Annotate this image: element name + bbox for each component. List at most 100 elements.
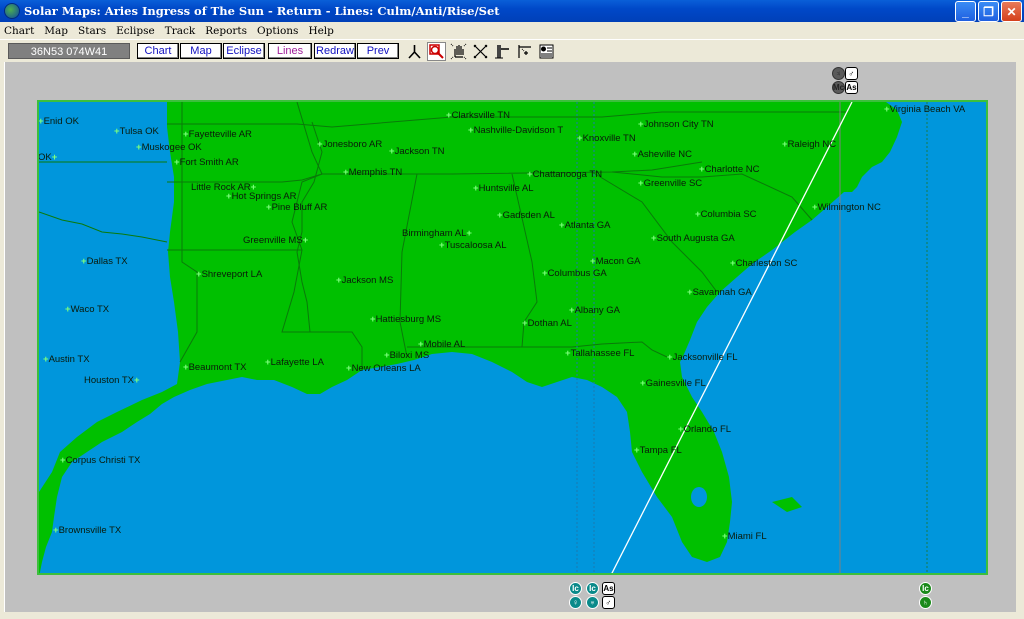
city-label[interactable]: +Pine Bluff AR	[266, 202, 327, 213]
city-label[interactable]: +Gainesville FL	[640, 378, 706, 389]
prev-button[interactable]: Prev	[357, 43, 399, 59]
map-canvas[interactable]: +Enid OK +Tulsa OK +Muskogee OK OK+ +Fayette…	[37, 100, 988, 575]
city-label[interactable]: +Albany GA	[569, 305, 620, 316]
ascendant-marker-bottom[interactable]: As	[602, 582, 615, 595]
city-label[interactable]: +Asheville NC	[632, 149, 692, 160]
city-label[interactable]: +Columbia SC	[695, 209, 757, 220]
city-label[interactable]: +Columbus GA	[542, 268, 607, 279]
city-label[interactable]: +Tallahassee FL	[565, 348, 634, 359]
city-label[interactable]: +Johnson City TN	[638, 119, 714, 130]
city-name: Shreveport LA	[201, 269, 263, 280]
mars-marker[interactable]: ♂	[845, 67, 858, 80]
city-label[interactable]: +Clarksville TN	[446, 110, 510, 121]
city-label[interactable]: +Knoxville TN	[577, 133, 636, 144]
city-label[interactable]: +South Augusta GA	[651, 233, 735, 244]
city-label[interactable]: +Chattanooga TN	[527, 169, 602, 180]
restore-button[interactable]: ❐	[978, 1, 999, 22]
city-name: OK	[38, 152, 52, 163]
close-button[interactable]: ✕	[1001, 1, 1022, 22]
map-button[interactable]: Map	[180, 43, 222, 59]
city-label[interactable]: +Atlanta GA	[559, 220, 611, 231]
chart-button[interactable]: Chart	[137, 43, 179, 59]
city-label[interactable]: +Hot Springs AR	[226, 191, 297, 202]
city-name: Beaumont TX	[188, 362, 247, 373]
city-label[interactable]: +New Orleans LA	[346, 363, 421, 374]
city-label[interactable]: +Muskogee OK	[136, 142, 202, 153]
planet-lines	[576, 102, 928, 573]
menu-help[interactable]: Help	[308, 25, 333, 37]
info-card-icon[interactable]	[537, 42, 556, 61]
mars-marker-bottom[interactable]: ♂	[602, 596, 615, 609]
city-label[interactable]: +Jackson MS	[336, 275, 393, 286]
city-label[interactable]: +Dallas TX	[81, 256, 128, 267]
menu-track[interactable]: Track	[165, 25, 196, 37]
city-label[interactable]: +Tuscaloosa AL	[439, 240, 507, 251]
ascendant-marker[interactable]: As	[845, 81, 858, 94]
city-label[interactable]: +Lafayette LA	[265, 357, 324, 368]
city-label[interactable]: +Mobile AL	[418, 339, 465, 350]
lines-button[interactable]: Lines	[268, 43, 312, 59]
menu-eclipse[interactable]: Eclipse	[116, 25, 155, 37]
city-label[interactable]: +Raleigh NC	[782, 139, 836, 150]
city-label[interactable]: +Miami FL	[722, 531, 767, 542]
city-label[interactable]: +Enid OK	[39, 116, 79, 127]
slider-icon[interactable]	[493, 42, 512, 61]
city-label[interactable]: +Jonesboro AR	[317, 139, 382, 150]
city-label[interactable]: +Charlotte NC	[699, 164, 759, 175]
city-label[interactable]: +Tampa FL	[634, 445, 682, 456]
city-label[interactable]: Birmingham AL+	[402, 228, 472, 239]
city-label[interactable]: +Shreveport LA	[196, 269, 262, 280]
city-label[interactable]: +Macon GA	[590, 256, 640, 267]
city-label[interactable]: +Biloxi MS	[384, 350, 429, 361]
city-name: Brownsville TX	[58, 525, 122, 536]
city-name: Greenville MS	[243, 235, 303, 246]
node-fork-icon[interactable]	[405, 42, 424, 61]
city-label[interactable]: +Corpus Christi TX	[60, 455, 140, 466]
city-label[interactable]: +Greenville SC	[638, 178, 702, 189]
city-label[interactable]: +Beaumont TX	[183, 362, 246, 373]
city-label[interactable]: +Jackson TN	[389, 146, 445, 157]
city-label[interactable]: +Austin TX	[43, 354, 90, 365]
ic-marker-venus[interactable]: Ic	[569, 582, 582, 595]
menu-map[interactable]: Map	[44, 25, 68, 37]
city-label[interactable]: +Fort Smith AR	[174, 157, 239, 168]
jupiter-marker[interactable]: ♃	[832, 67, 845, 80]
city-label[interactable]: +Tulsa OK	[114, 126, 159, 137]
city-label[interactable]: +Jacksonville FL	[667, 352, 738, 363]
pan-hand-icon[interactable]	[449, 42, 468, 61]
venus-marker[interactable]: ♀	[569, 596, 582, 609]
city-label[interactable]: +Huntsville AL	[473, 183, 533, 194]
crosshair-x-icon[interactable]	[471, 42, 490, 61]
city-label[interactable]: +Dothan AL	[522, 318, 572, 329]
menu-chart[interactable]: Chart	[4, 25, 34, 37]
redraw-button[interactable]: Redraw	[314, 43, 356, 59]
minimize-button[interactable]: _	[955, 1, 976, 22]
ic-marker-uranus[interactable]: Ic	[586, 582, 599, 595]
city-label[interactable]: +Virginia Beach VA	[884, 104, 965, 115]
city-label[interactable]: +Gadsden AL	[497, 210, 555, 221]
eclipse-button[interactable]: Eclipse	[223, 43, 265, 59]
city-label[interactable]: Houston TX+	[84, 375, 140, 386]
menu-options[interactable]: Options	[257, 25, 298, 37]
city-label[interactable]: +Charleston SC	[730, 258, 797, 269]
zoom-region-icon[interactable]	[427, 42, 446, 61]
plot-point-icon[interactable]	[515, 42, 534, 61]
menu-reports[interactable]: Reports	[205, 25, 247, 37]
ic-marker-saturn[interactable]: Ic	[919, 582, 932, 595]
saturn-marker[interactable]: ♄	[919, 596, 932, 609]
city-label[interactable]: +Fayetteville AR	[183, 129, 252, 140]
city-label[interactable]: +Savannah GA	[687, 287, 752, 298]
menu-stars[interactable]: Stars	[78, 25, 106, 37]
city-label[interactable]: +Nashville-Davidson T	[468, 125, 563, 136]
uranus-marker[interactable]: ♅	[586, 596, 599, 609]
city-label[interactable]: OK+	[38, 152, 57, 163]
city-label[interactable]: +Wilmington NC	[812, 202, 881, 213]
mc-marker[interactable]: Mc	[832, 81, 845, 94]
city-name: Jackson TN	[394, 146, 445, 157]
city-label[interactable]: +Memphis TN	[343, 167, 402, 178]
city-label[interactable]: Greenville MS+	[243, 235, 308, 246]
city-label[interactable]: +Hattiesburg MS	[370, 314, 441, 325]
city-label[interactable]: +Orlando FL	[678, 424, 731, 435]
city-label[interactable]: +Brownsville TX	[53, 525, 121, 536]
city-label[interactable]: +Waco TX	[65, 304, 109, 315]
